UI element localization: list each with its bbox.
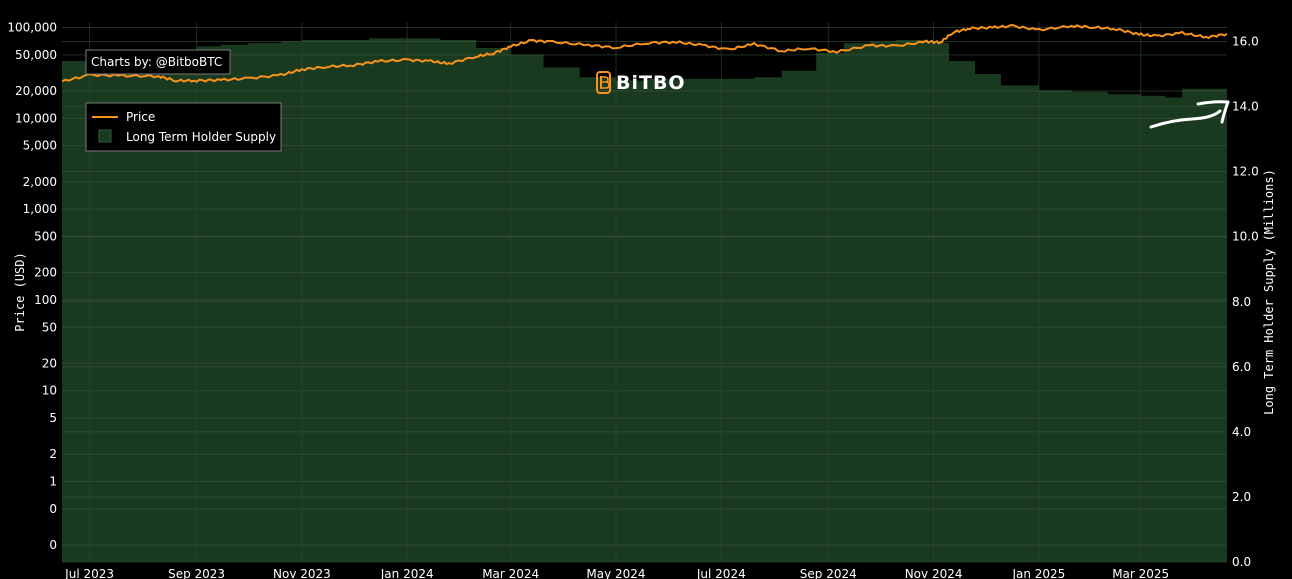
y-right-tick-3: 10.0	[1232, 230, 1259, 244]
y-left-tick-16: 0	[49, 502, 57, 516]
x-tick-jul-2023: Jul 2023	[64, 567, 114, 579]
x-tick-jan-2025: Jan 2025	[1011, 567, 1065, 579]
y-left-tick-14: 2	[49, 447, 57, 461]
x-tick-mar-2025: Mar 2025	[1112, 567, 1169, 579]
y-right-tick-7: 2.0	[1232, 490, 1251, 504]
x-tick-jan-2024: Jan 2024	[380, 567, 434, 579]
y-left-tick-4: 5,000	[23, 139, 57, 153]
legend-ltsupply-label: Long Term Holder Supply	[126, 130, 276, 144]
y-left-tick-6: 1,000	[23, 202, 57, 216]
y-left-tick-7: 500	[34, 230, 57, 244]
x-tick-sep-2024: Sep 2024	[800, 567, 857, 579]
credit-text: Charts by: @BitboBTC	[91, 55, 222, 69]
y-left-tick-0: 100,000	[7, 21, 57, 35]
y-left-tick-10: 50	[42, 320, 57, 334]
y-right-tick-6: 4.0	[1232, 425, 1251, 439]
y-right-tick-0: 16.0	[1232, 35, 1259, 49]
x-tick-sep-2023: Sep 2023	[168, 567, 225, 579]
legend: Price Long Term Holder Supply	[85, 102, 282, 152]
y-left-tick-12: 10	[42, 384, 57, 398]
y-left-axis-title: Price (USD)	[13, 252, 27, 331]
legend-ltsupply-swatch	[98, 129, 112, 143]
y-left-tick-3: 10,000	[15, 111, 57, 125]
y-left-tick-11: 20	[42, 356, 57, 370]
y-left-tick-5: 2,000	[23, 175, 57, 189]
y-left-tick-2: 20,000	[15, 84, 57, 98]
x-tick-nov-2023: Nov 2023	[273, 567, 331, 579]
y-left-tick-17: 0	[49, 538, 57, 552]
legend-item-long-term-holder-supply[interactable]: Long Term Holder Supply	[98, 129, 276, 144]
y-left-tick-9: 100	[34, 293, 57, 307]
legend-price-label: Price	[126, 110, 155, 124]
x-tick-mar-2024: Mar 2024	[482, 567, 539, 579]
y-right-tick-4: 8.0	[1232, 295, 1251, 309]
y-left-tick-15: 1	[49, 475, 57, 489]
credit-box[interactable]: Charts by: @BitboBTC	[85, 49, 231, 75]
y-right-tick-1: 14.0	[1232, 100, 1259, 114]
watermark-logo: BiTBO	[596, 71, 686, 94]
y-left-tick-8: 200	[34, 266, 57, 280]
chart: 100,000 50,000 20,000 10,000 5,000 2,000 1,000…	[0, 0, 1292, 579]
x-tick-may-2024: May 2024	[586, 567, 645, 579]
y-right-tick-2: 12.0	[1232, 165, 1259, 179]
y-right-tick-5: 6.0	[1232, 360, 1251, 374]
logo-text: BiTBO	[616, 72, 686, 94]
x-tick-jul-2024: Jul 2024	[696, 567, 746, 579]
x-tick-nov-2024: Nov 2024	[905, 567, 963, 579]
y-left-tick-1: 50,000	[15, 48, 57, 62]
y-left-tick-13: 5	[49, 411, 57, 425]
y-right-axis-title: Long Term Holder Supply (Millions)	[1262, 169, 1276, 415]
y-right-tick-8: 0.0	[1232, 555, 1251, 569]
